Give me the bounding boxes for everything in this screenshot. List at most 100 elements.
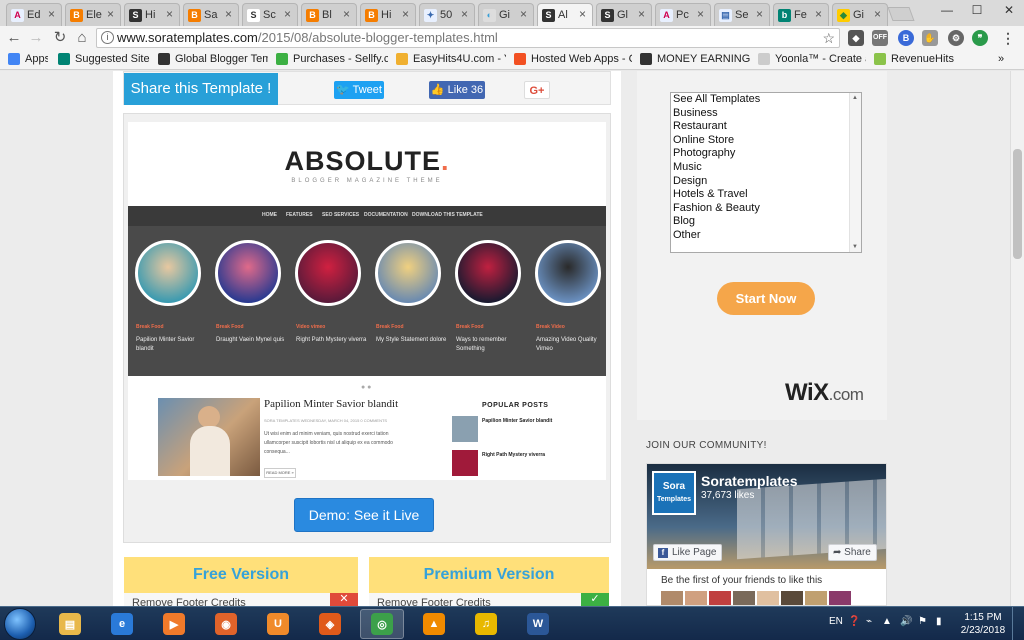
tray-expand-icon[interactable]: ▲ [882,616,892,627]
taskbar-uc-button[interactable]: U [256,609,300,639]
tab-10[interactable]: S Gl × [596,3,652,26]
menu-icon[interactable]: ⋮ [1000,30,1016,46]
tab-13[interactable]: b Fe × [773,3,829,26]
taskbar-firefox-button[interactable]: ◉ [204,609,248,639]
like-page-button[interactable]: f Like Page [653,544,723,561]
tab-close-icon[interactable]: × [461,7,468,21]
tab-close-icon[interactable]: × [225,7,232,21]
facebook-like-button[interactable]: 👍 Like 36 [429,81,485,99]
taskbar-word-button[interactable]: W [516,609,560,639]
tab-close-icon[interactable]: × [166,7,173,21]
settings-extension-icon[interactable]: ⚙ [948,30,964,46]
bookmark-1[interactable]: Suggested Sites [58,53,150,65]
back-icon[interactable]: ← [4,29,24,47]
reload-icon[interactable]: ↻ [50,29,70,47]
category-option[interactable]: Photography [671,147,861,161]
category-option[interactable]: Other [671,229,861,243]
listbox-scrollbar[interactable]: ▲ ▼ [849,93,861,252]
b-extension-icon[interactable]: B [898,30,914,46]
category-listbox[interactable]: See All Templates Business Restaurant Onlin… [670,92,862,253]
taskbar-vlc-button[interactable]: ▲ [412,609,456,639]
share-button[interactable]: ➦ Share [828,544,877,561]
taskbar-avast-button[interactable]: ◈ [308,609,352,639]
tab-close-icon[interactable]: × [343,7,350,21]
scroll-up-icon[interactable]: ▲ [852,95,858,101]
category-option[interactable]: Design [671,175,861,189]
off-extension-icon[interactable]: OFF [872,30,888,46]
tab-6[interactable]: B Hi × [360,3,416,26]
tab-close-icon[interactable]: × [520,7,527,21]
bookmark-5[interactable]: Hosted Web Apps - C [514,53,632,65]
windows-start-icon[interactable] [4,608,36,640]
scrollbar-thumb[interactable] [1013,149,1022,259]
category-option[interactable]: Music [671,161,861,175]
bookmark-8[interactable]: RevenueHits [874,53,954,65]
tab-close-icon[interactable]: × [638,7,645,21]
category-option[interactable]: Blog [671,215,861,229]
category-option[interactable]: Business [671,107,861,121]
close-window-button[interactable]: ✕ [994,0,1024,20]
tab-close-icon[interactable]: × [815,7,822,21]
tab-close-icon[interactable]: × [756,7,763,21]
flag-icon[interactable]: ⚑ [918,616,927,627]
maximize-button[interactable]: ☐ [962,0,992,20]
tab-2[interactable]: S Hi × [124,3,180,26]
scroll-down-icon[interactable]: ▼ [852,244,858,250]
tab-14[interactable]: ◆ Gi × [832,3,888,26]
tab-3[interactable]: B Sa × [183,3,239,26]
volume-icon[interactable]: 🔊 [900,616,912,627]
quote-extension-icon[interactable]: ❞ [972,30,988,46]
tab-8[interactable]: ◐ Gi × [478,3,534,26]
tab-close-icon[interactable]: × [697,7,704,21]
bookmark-0[interactable]: Apps [8,53,48,65]
taskbar-explorer-button[interactable]: ▤ [48,609,92,639]
bookmark-3[interactable]: Purchases - Sellfy.co [276,53,388,65]
signal-icon[interactable]: ▮ [936,616,942,627]
page-scrollbar[interactable] [1010,71,1024,606]
sora-logo[interactable]: Sora Templates [652,471,696,515]
category-option[interactable]: Fashion & Beauty [671,202,861,216]
tab-close-icon[interactable]: × [107,7,114,21]
facebook-page-name[interactable]: Soratemplates [701,473,797,489]
start-now-button[interactable]: Start Now [717,282,815,315]
tab-9[interactable]: S Al × [537,3,593,26]
taskbar-music-button[interactable]: ♫ [464,609,508,639]
bookmark-6[interactable]: MONEY EARNING AP [640,53,750,65]
info-icon[interactable]: i [101,31,114,44]
tab-0[interactable]: A Ed × [6,3,62,26]
minimize-button[interactable]: — [932,0,962,20]
demo-button[interactable]: Demo: See it Live [294,498,434,532]
tab-close-icon[interactable]: × [579,7,586,21]
forward-icon[interactable]: → [26,29,46,47]
gesture-extension-icon[interactable]: ✋ [922,30,938,46]
bookmark-star-icon[interactable]: ☆ [822,29,835,47]
taskbar-media-button[interactable]: ▶ [152,609,196,639]
tab-11[interactable]: A Pc × [655,3,711,26]
tab-close-icon[interactable]: × [874,7,881,21]
taskbar-ie-button[interactable]: e [100,609,144,639]
new-tab-button[interactable] [887,7,915,21]
tweet-button[interactable]: 🐦 Tweet [334,81,384,99]
tab-7[interactable]: ✦ 50 × [419,3,475,26]
google-plus-button[interactable]: G+ [524,81,550,99]
tab-close-icon[interactable]: × [284,7,291,21]
tab-close-icon[interactable]: × [402,7,409,21]
tab-5[interactable]: B Bl × [301,3,357,26]
category-option[interactable]: Hotels & Travel [671,188,861,202]
category-option[interactable]: Restaurant [671,120,861,134]
category-option[interactable]: Online Store [671,134,861,148]
network-tray-icon[interactable]: ⌁ [866,616,872,627]
wix-logo[interactable]: WiX.com [785,379,864,407]
show-desktop-button[interactable] [1012,607,1024,640]
tab-1[interactable]: B Ele × [65,3,121,26]
bookmark-2[interactable]: Global Blogger Temp [158,53,268,65]
help-icon[interactable]: ❓ [848,616,860,627]
eraser-extension-icon[interactable]: ◆ [848,30,864,46]
tab-close-icon[interactable]: × [48,7,55,21]
address-bar[interactable]: i www.soratemplates.com/2015/08/absolute… [96,28,840,48]
bookmark-4[interactable]: EasyHits4U.com - You [396,53,506,65]
home-icon[interactable]: ⌂ [72,29,92,47]
tab-4[interactable]: S Sc × [242,3,298,26]
category-option[interactable]: See All Templates [671,93,861,107]
taskbar-chrome-button[interactable]: ◎ [360,609,404,639]
